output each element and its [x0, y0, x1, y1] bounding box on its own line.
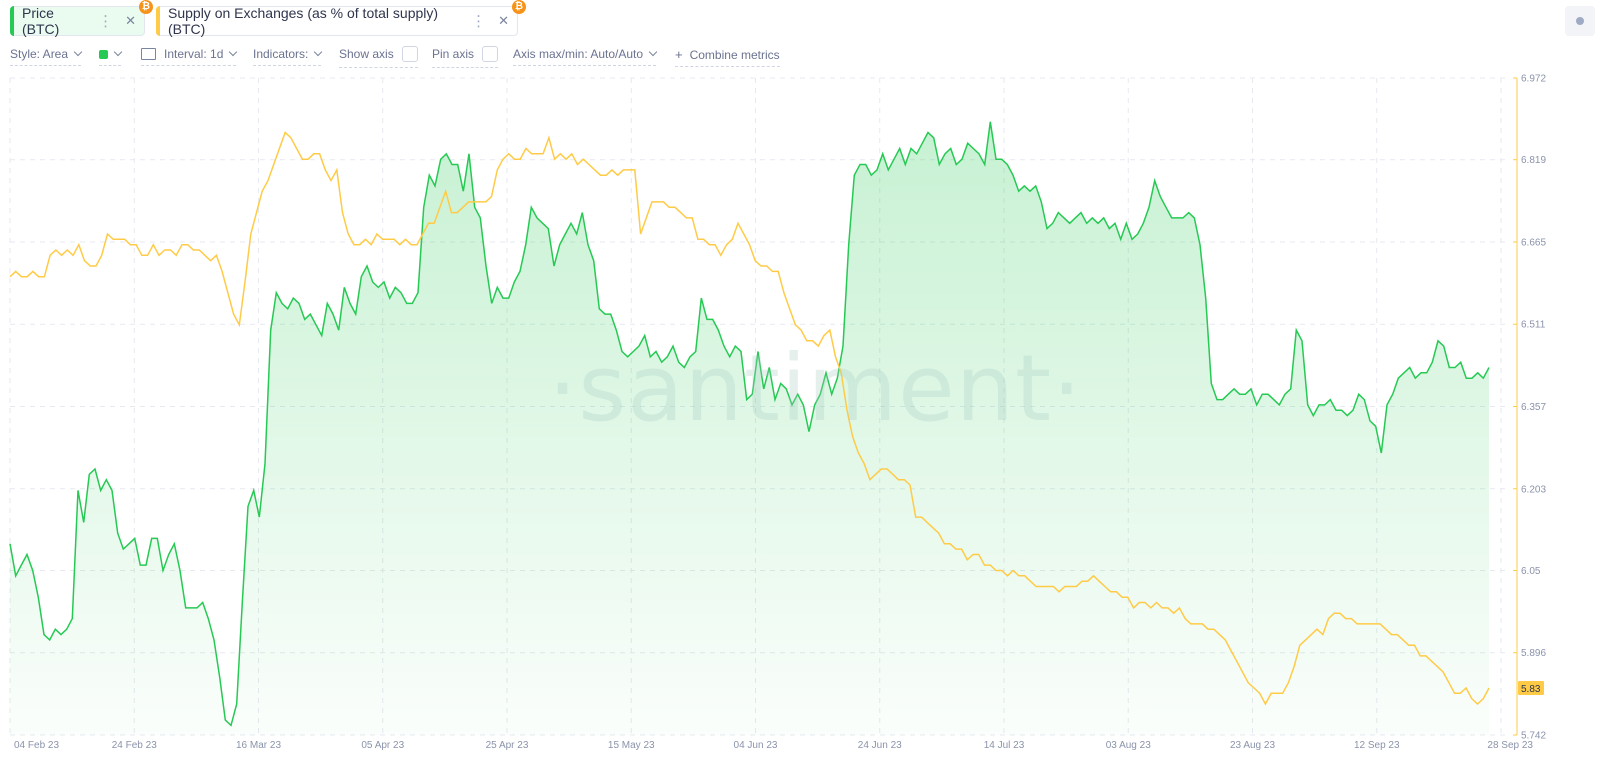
chevron-down-icon	[229, 48, 237, 56]
y-tick-label: 6.511	[1521, 320, 1546, 331]
x-tick-label: 25 Apr 23	[486, 740, 529, 751]
y-tick-label: 6.819	[1521, 155, 1546, 166]
metric-chip-price[interactable]: Price (BTC) ⋮ ✕ ₿	[10, 6, 145, 36]
x-tick-label: 04 Feb 23	[14, 740, 59, 751]
x-tick-label: 23 Aug 23	[1230, 740, 1275, 751]
ruler-icon	[141, 48, 156, 60]
x-tick-label: 12 Sep 23	[1354, 740, 1400, 751]
price-color-bar	[10, 6, 14, 36]
close-icon[interactable]: ✕	[125, 13, 136, 29]
x-tick-label: 15 May 23	[608, 740, 655, 751]
axis-maxmin-dropdown[interactable]: Axis max/min: Auto/Auto	[513, 47, 656, 66]
kebab-menu-icon[interactable]: ⋮	[471, 12, 485, 30]
current-value-label: 5.83	[1521, 684, 1541, 695]
chevron-down-icon	[114, 48, 122, 56]
supply-color-bar	[156, 6, 160, 36]
chevron-down-icon	[74, 48, 82, 56]
indicators-dropdown[interactable]: Indicators:	[253, 47, 321, 66]
x-tick-label: 28 Sep 23	[1487, 740, 1533, 751]
y-tick-label: 6.357	[1521, 402, 1546, 413]
show-axis-toggle[interactable]: Show axis	[339, 47, 418, 68]
y-tick-label: 5.896	[1521, 648, 1546, 659]
x-tick-label: 05 Apr 23	[361, 740, 404, 751]
x-tick-label: 24 Feb 23	[112, 740, 157, 751]
show-axis-checkbox[interactable]	[402, 46, 418, 62]
metric-label-supply: Supply on Exchanges (as % of total suppl…	[157, 5, 459, 37]
x-tick-label: 16 Mar 23	[236, 740, 281, 751]
bitcoin-icon: ₿	[512, 0, 526, 14]
chart-canvas[interactable]: 6.972 6.819 6.665 6.511 6.357 6.203 6.05 5.896 5…	[0, 0, 1600, 772]
x-tick-label: 03 Aug 23	[1106, 740, 1151, 751]
x-tick-label: 04 Jun 23	[734, 740, 778, 751]
style-label: Style: Area	[10, 47, 68, 61]
axis-maxmin-label: Axis max/min: Auto/Auto	[513, 47, 643, 61]
y-tick-label: 6.972	[1521, 74, 1546, 85]
x-axis: 04 Feb 23 24 Feb 23 16 Mar 23 05 Apr 23 25 A…	[14, 740, 1533, 751]
combine-metrics-button[interactable]: + Combine metrics	[675, 47, 780, 67]
interval-label: Interval: 1d	[164, 47, 223, 61]
metric-label-price: Price (BTC)	[11, 5, 86, 37]
kebab-menu-icon[interactable]: ⋮	[98, 12, 112, 30]
x-tick-label: 14 Jul 23	[984, 740, 1025, 751]
y-tick-label: 6.203	[1521, 484, 1546, 495]
color-picker[interactable]	[99, 47, 121, 66]
price-area-fill	[10, 122, 1489, 735]
pin-axis-label: Pin axis	[432, 47, 474, 61]
y-tick-label: 6.665	[1521, 237, 1546, 248]
color-swatch	[99, 50, 108, 59]
bitcoin-icon: ₿	[139, 0, 153, 14]
plus-icon: +	[675, 47, 683, 62]
y-tick-label: 6.05	[1521, 566, 1541, 577]
style-dropdown[interactable]: Style: Area	[10, 47, 81, 66]
x-tick-label: 24 Jun 23	[858, 740, 902, 751]
interval-dropdown[interactable]: Interval: 1d	[141, 47, 236, 66]
y-axis: 6.972 6.819 6.665 6.511 6.357 6.203 6.05 5.896 5…	[1513, 74, 1546, 742]
combine-metrics-label: Combine metrics	[690, 48, 780, 62]
pin-axis-checkbox[interactable]	[482, 46, 498, 62]
metric-chip-supply[interactable]: Supply on Exchanges (as % of total suppl…	[156, 6, 518, 36]
pin-axis-toggle[interactable]: Pin axis	[432, 47, 498, 68]
settings-icon[interactable]	[1565, 6, 1595, 36]
chevron-down-icon	[649, 48, 657, 56]
indicators-label: Indicators:	[253, 47, 308, 61]
close-icon[interactable]: ✕	[498, 13, 509, 29]
current-value-marker: 5.83	[1518, 681, 1544, 695]
show-axis-label: Show axis	[339, 47, 394, 61]
chevron-down-icon	[314, 48, 322, 56]
